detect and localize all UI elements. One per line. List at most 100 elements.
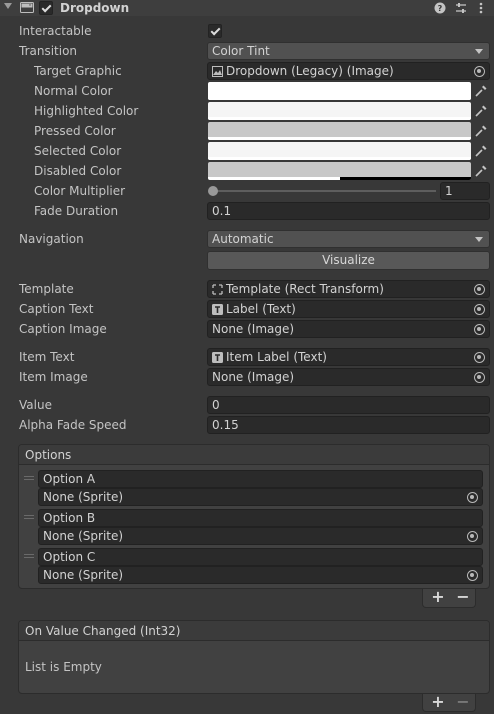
selected-color-swatch[interactable]	[208, 142, 471, 160]
remove-option-button[interactable]: −	[451, 587, 475, 607]
option-text-value: Option B	[43, 511, 96, 525]
interactable-checkbox[interactable]	[208, 24, 222, 38]
item-text-value: Item Label (Text)	[226, 350, 327, 364]
svg-text:?: ?	[438, 4, 443, 13]
eyedropper-icon[interactable]	[473, 123, 489, 139]
more-icon[interactable]	[474, 1, 488, 15]
interactable-label: Interactable	[19, 24, 92, 38]
disabled-color-label: Disabled Color	[34, 164, 122, 178]
event-header: On Value Changed (Int32)	[19, 621, 489, 641]
option-text-field[interactable]: Option B	[38, 509, 483, 527]
color-multiplier-field[interactable]: 1	[440, 182, 490, 200]
component-title: Dropdown	[60, 1, 130, 15]
caption-image-field[interactable]: None (Image)	[207, 320, 490, 338]
pressed-color-alpha	[208, 137, 471, 140]
object-picker-icon[interactable]	[474, 304, 485, 315]
add-option-button[interactable]: +	[426, 587, 450, 607]
object-picker-icon[interactable]	[467, 531, 478, 542]
color-multiplier-label: Color Multiplier	[34, 184, 126, 198]
rect-transform-icon	[212, 284, 223, 295]
item-image-field[interactable]: None (Image)	[207, 368, 490, 386]
eyedropper-icon[interactable]	[473, 163, 489, 179]
normal-color-label: Normal Color	[34, 84, 113, 98]
eyedropper-icon[interactable]	[473, 143, 489, 159]
component-header: Dropdown ?	[0, 0, 494, 16]
caption-text-value: Label (Text)	[226, 302, 296, 316]
option-sprite-value: None (Sprite)	[43, 529, 124, 543]
target-graphic-field[interactable]: Dropdown (Legacy) (Image)	[207, 62, 490, 80]
event-empty-text: List is Empty	[25, 660, 102, 674]
value-field[interactable]: 0	[207, 396, 490, 414]
image-icon	[212, 66, 223, 77]
add-listener-button[interactable]: +	[426, 692, 450, 712]
option-sprite-value: None (Sprite)	[43, 568, 124, 582]
highlighted-color-label: Highlighted Color	[34, 104, 139, 118]
object-picker-icon[interactable]	[474, 66, 485, 77]
eyedropper-icon[interactable]	[473, 103, 489, 119]
fade-duration-label: Fade Duration	[34, 204, 119, 218]
color-multiplier-slider-thumb[interactable]	[208, 186, 218, 196]
option-sprite-field[interactable]: None (Sprite)	[38, 527, 483, 545]
navigation-dropdown[interactable]: Automatic	[207, 230, 490, 248]
help-icon[interactable]: ?	[433, 1, 447, 15]
option-sprite-field[interactable]: None (Sprite)	[38, 566, 483, 584]
value-label: Value	[19, 398, 52, 412]
caption-text-field[interactable]: Label (Text)	[207, 300, 490, 318]
eyedropper-icon[interactable]	[473, 83, 489, 99]
dropdown-component-icon	[20, 2, 34, 13]
target-graphic-label: Target Graphic	[34, 64, 122, 78]
object-picker-icon[interactable]	[474, 352, 485, 363]
object-picker-icon[interactable]	[474, 372, 485, 383]
fade-duration-field[interactable]: 0.1	[207, 202, 490, 220]
option-text-value: Option A	[43, 472, 96, 486]
normal-color-swatch[interactable]	[208, 82, 471, 100]
option-text-field[interactable]: Option C	[38, 548, 483, 566]
fade-duration-value: 0.1	[212, 204, 232, 218]
target-graphic-value: Dropdown (Legacy) (Image)	[226, 64, 394, 78]
object-picker-icon[interactable]	[467, 570, 478, 581]
template-value: Template (Rect Transform)	[226, 282, 384, 296]
highlighted-color-alpha	[208, 117, 471, 120]
caption-text-label: Caption Text	[19, 302, 94, 316]
selected-color-alpha	[208, 157, 471, 160]
template-field[interactable]: Template (Rect Transform)	[207, 280, 490, 298]
alpha-fade-speed-value: 0.15	[212, 418, 239, 432]
component-enabled-checkbox[interactable]	[39, 1, 53, 15]
pressed-color-swatch[interactable]	[208, 122, 471, 140]
object-picker-icon[interactable]	[474, 284, 485, 295]
option-text-value: Option C	[43, 550, 96, 564]
highlighted-color-swatch[interactable]	[208, 102, 471, 120]
option-text-field[interactable]: Option A	[38, 470, 483, 488]
item-image-value: None (Image)	[212, 370, 295, 384]
options-header[interactable]: Options	[19, 445, 489, 465]
drag-handle-icon[interactable]	[24, 554, 34, 558]
item-image-label: Item Image	[19, 370, 88, 384]
item-text-field[interactable]: Item Label (Text)	[207, 348, 490, 366]
navigation-value: Automatic	[212, 232, 274, 246]
transition-label: Transition	[19, 44, 78, 58]
disabled-color-swatch[interactable]	[208, 162, 471, 180]
remove-listener-button[interactable]: −	[451, 692, 475, 712]
color-multiplier-value: 1	[445, 184, 453, 198]
drag-handle-icon[interactable]	[24, 515, 34, 519]
option-sprite-field[interactable]: None (Sprite)	[38, 488, 483, 506]
normal-color-alpha	[208, 97, 471, 100]
chevron-down-icon	[475, 237, 483, 242]
visualize-button[interactable]: Visualize	[207, 251, 490, 270]
object-picker-icon[interactable]	[467, 492, 478, 503]
option-sprite-value: None (Sprite)	[43, 490, 124, 504]
alpha-fade-speed-field[interactable]: 0.15	[207, 416, 490, 434]
transition-value: Color Tint	[212, 44, 270, 58]
value-value: 0	[212, 398, 220, 412]
foldout-arrow-icon[interactable]	[4, 3, 12, 9]
object-picker-icon[interactable]	[474, 324, 485, 335]
navigation-label: Navigation	[19, 232, 84, 246]
color-multiplier-slider-track[interactable]	[210, 190, 436, 192]
presets-icon[interactable]	[454, 1, 468, 15]
disabled-color-alpha	[208, 177, 340, 180]
drag-handle-icon[interactable]	[24, 476, 34, 480]
caption-image-value: None (Image)	[212, 322, 295, 336]
transition-dropdown[interactable]: Color Tint	[207, 42, 490, 60]
item-text-label: Item Text	[19, 350, 75, 364]
text-icon	[212, 352, 223, 363]
